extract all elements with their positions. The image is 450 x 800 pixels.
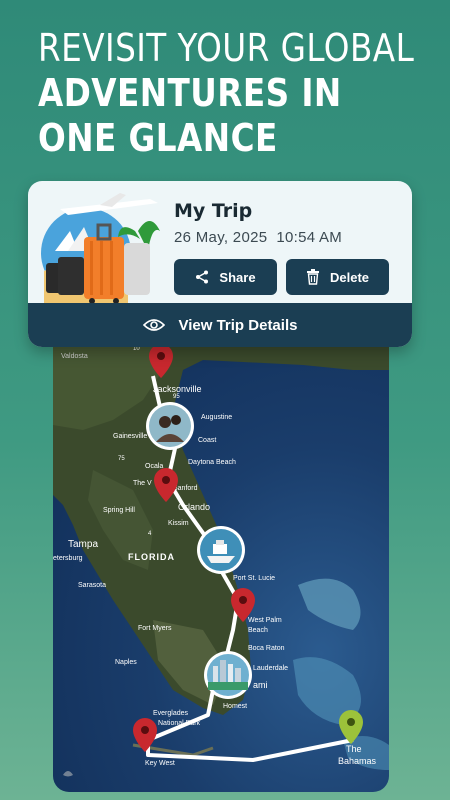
label-key-west: Key West (145, 760, 175, 767)
label-ocala: Ocala (145, 463, 163, 470)
label-petersburg: etersburg (53, 555, 83, 562)
photo-pin-selfie[interactable] (146, 402, 194, 450)
share-button[interactable]: Share (174, 259, 277, 295)
delete-button[interactable]: Delete (286, 259, 389, 295)
label-sarasota: Sarasota (78, 582, 106, 589)
road-75-label: 75 (118, 456, 125, 462)
label-national-park: National Park (158, 720, 201, 727)
label-tampa: Tampa (68, 539, 98, 550)
headline: REVISIT YOUR GLOBAL ADVENTURES IN ONE GL… (38, 26, 415, 161)
label-kissimmee: Kissim (168, 520, 189, 527)
map-watermark-logo (63, 771, 73, 777)
trip-map[interactable]: Valdosta Jacksonville Gainesville August… (53, 330, 389, 792)
label-gainesville: Gainesville (113, 433, 147, 440)
label-everglades: Everglades (153, 710, 189, 717)
view-trip-details-label: View Trip Details (178, 316, 298, 334)
label-spring-hill: Spring Hill (103, 507, 135, 514)
label-west-palm: West Palm (248, 617, 282, 624)
share-icon (196, 270, 209, 284)
label-naples: Naples (115, 659, 137, 666)
trip-date: 26 May, 2025 (174, 229, 268, 246)
label-daytona: Daytona Beach (188, 459, 236, 466)
map-canvas: Valdosta Jacksonville Gainesville August… (53, 330, 389, 777)
label-florida: FLORIDA (128, 552, 175, 562)
label-augustine: Augustine (201, 414, 232, 421)
label-fort-myers: Fort Myers (138, 625, 172, 632)
label-orlando: Orlando (178, 502, 210, 512)
share-button-label: Share (219, 269, 256, 285)
trip-card[interactable]: My Trip 26 May, 2025 10:54 AM Share Dele… (28, 181, 412, 347)
headline-line-1: REVISIT YOUR GLOBAL (38, 26, 415, 70)
eye-icon (142, 319, 165, 331)
label-the-villages: The V (133, 480, 152, 487)
headline-line-2: ADVENTURES IN (38, 71, 342, 115)
trip-datetime: 26 May, 2025 10:54 AM (174, 229, 342, 246)
label-coast: Coast (198, 437, 216, 444)
label-lauderdale: Lauderdale (253, 665, 288, 672)
bahamas-banks (298, 578, 361, 630)
label-bahamas: Bahamas (338, 756, 377, 766)
label-the: The (346, 744, 362, 754)
photo-pin-city[interactable] (204, 651, 252, 699)
road-95-label: 95 (173, 394, 180, 400)
label-homestead: Homest (223, 703, 247, 710)
photo-pin-boat[interactable] (197, 526, 245, 574)
travel-illustration (41, 193, 160, 306)
headline-line-3: ONE GLANCE (38, 116, 278, 160)
label-beach: Beach (248, 627, 268, 634)
trash-icon (306, 269, 319, 285)
label-jacksonville: Jacksonville (153, 384, 202, 394)
trip-time: 10:54 AM (276, 229, 343, 246)
label-valdosta: Valdosta (61, 353, 88, 360)
label-boca-raton: Boca Raton (248, 645, 285, 652)
trip-title: My Trip (174, 200, 253, 222)
delete-button-label: Delete (329, 269, 370, 285)
view-trip-details-button[interactable]: View Trip Details (28, 303, 412, 347)
label-port-st-lucie: Port St. Lucie (233, 575, 275, 582)
label-miami: ami (253, 680, 268, 690)
